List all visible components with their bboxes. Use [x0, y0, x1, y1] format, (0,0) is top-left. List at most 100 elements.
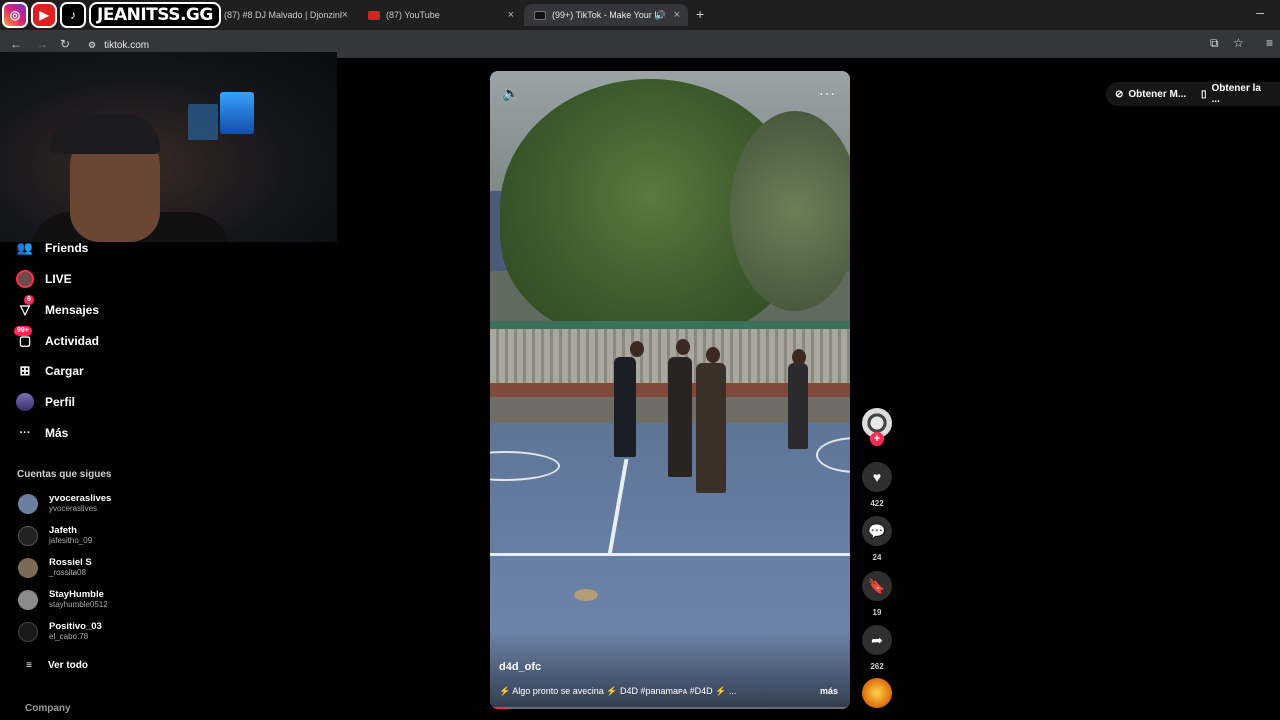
more-icon: ··· — [19, 427, 31, 439]
live-icon — [16, 270, 34, 288]
sidebar-item-live[interactable]: LIVE — [16, 267, 72, 291]
youtube-favicon-icon — [368, 10, 380, 20]
video-person-head — [792, 349, 806, 365]
sidebar-item-mensajes[interactable]: ▽ 6 Mensajes — [16, 295, 99, 322]
tab-label: (87) YouTube — [386, 10, 440, 20]
more-options-icon[interactable]: ··· — [819, 85, 836, 101]
sidebar-item-actividad[interactable]: ▢ 99+ Actividad — [14, 326, 100, 353]
get-app-label: Obtener la ... — [1211, 83, 1261, 105]
following-name: Positivo_03 — [49, 621, 102, 632]
upload-icon: ⊞ — [19, 363, 31, 378]
sidebar-item-label: LIVE — [45, 272, 72, 286]
video-shade — [490, 631, 850, 709]
following-name: Rossiel S — [49, 557, 92, 568]
following-name: Jafeth — [49, 525, 77, 536]
comment-button[interactable]: 💬 24 — [860, 516, 894, 562]
streamer-handle: JEANITSS.GG — [89, 2, 221, 28]
video-wall-top — [490, 321, 850, 329]
bookmark-icon: 🔖 — [862, 571, 892, 601]
speaker-icon[interactable]: 🔊 — [655, 10, 666, 21]
comment-icon: 💬 — [862, 516, 892, 546]
like-count: 422 — [870, 499, 884, 508]
caption-more-button[interactable]: más — [820, 686, 838, 696]
sidebar-item-label: Más — [45, 426, 69, 440]
sidebar-item-mas[interactable]: ··· Más — [16, 421, 69, 445]
avatar — [18, 525, 38, 546]
tiktok-icon: ♪ — [60, 2, 86, 28]
share-count: 262 — [870, 662, 884, 671]
video-progress-fill — [490, 707, 508, 709]
activity-badge: 99+ — [14, 326, 32, 336]
following-name: yvoceraslives — [49, 493, 112, 504]
video-person — [614, 357, 636, 457]
tab-label: (87) #8 DJ Malvado | Djonzinho — [224, 10, 342, 20]
following-username: jafesitho_09 — [49, 536, 93, 545]
following-item[interactable]: Positivo_03 el_cabo.78 — [18, 621, 102, 642]
close-tab-icon[interactable]: × — [508, 9, 514, 21]
youtube-icon: ▶ — [31, 2, 57, 28]
following-name: StayHumble — [49, 589, 104, 600]
get-app-button[interactable]: ⊘ Obtener M... — [1106, 82, 1196, 106]
streamer-webcam — [0, 52, 337, 242]
forward-arrow-icon[interactable]: → — [36, 37, 48, 51]
tab-label: (99+) TikTok - Make Your Da — [552, 10, 656, 20]
video-progress-bar[interactable] — [490, 707, 850, 709]
see-all-link[interactable]: ≡ Ver todo — [20, 653, 88, 677]
url-text: tiktok.com — [104, 39, 150, 51]
sidebar-item-perfil[interactable]: Perfil — [16, 390, 75, 414]
sidebar-item-label: Friends — [45, 241, 89, 255]
sidebar-item-friends[interactable]: 👥 Friends — [16, 236, 88, 260]
close-tab-icon[interactable]: × — [674, 9, 680, 21]
bookmark-star-icon[interactable]: ☆ — [1233, 36, 1244, 50]
video-person-head — [630, 341, 644, 357]
avatar — [18, 493, 38, 514]
music-disc-icon[interactable] — [862, 678, 892, 708]
following-item[interactable]: StayHumble stayhumble0512 — [18, 589, 108, 610]
avatar — [18, 557, 38, 578]
video-person-head — [676, 339, 690, 355]
tab-youtube[interactable]: (87) YouTube × — [358, 4, 522, 26]
company-link[interactable]: Company — [25, 703, 71, 714]
video-person — [696, 363, 726, 493]
video-author[interactable]: d4d_ofc — [499, 661, 541, 673]
close-tab-icon[interactable]: × — [342, 9, 348, 21]
new-tab-button[interactable]: + — [696, 6, 704, 22]
tab-tiktok[interactable]: (99+) TikTok - Make Your Da 🔊 × — [524, 4, 688, 26]
volume-icon[interactable]: 🔈 — [502, 85, 519, 102]
video-person — [788, 363, 808, 449]
share-button[interactable]: ➦ 262 — [860, 625, 894, 671]
minimize-window-button[interactable]: – — [1256, 4, 1264, 20]
reload-icon[interactable]: ↻ — [60, 37, 70, 51]
video-player[interactable]: 🔈 ··· d4d_ofc ⚡ Algo pronto se avecina ⚡… — [490, 71, 850, 709]
sidebar-item-label: Perfil — [45, 395, 76, 409]
sidebar-item-cargar[interactable]: ⊞ Cargar — [16, 359, 84, 383]
following-item[interactable]: Jafeth jafesitho_09 — [18, 525, 92, 546]
follow-plus-icon[interactable]: + — [870, 432, 884, 446]
install-app-icon[interactable]: ⧉ — [1210, 36, 1219, 51]
following-title: Cuentas que sigues — [17, 469, 112, 480]
friends-icon: 👥 — [16, 240, 34, 255]
following-item[interactable]: yvoceraslives yvoceraslives — [18, 493, 111, 514]
get-app-label: Obtener M... — [1128, 88, 1187, 100]
following-username: el_cabo.78 — [49, 632, 89, 641]
video-object — [574, 589, 598, 601]
messages-badge: 6 — [24, 295, 34, 305]
like-button[interactable]: ♥ 422 — [860, 462, 894, 508]
save-button[interactable]: 🔖 19 — [860, 571, 894, 617]
instagram-icon: ◎ — [2, 2, 28, 28]
following-item[interactable]: Rossiel S _rossita08 — [18, 557, 92, 578]
share-icon: ➦ — [862, 625, 892, 655]
back-arrow-icon[interactable]: ← — [10, 37, 22, 51]
streamer-cap — [50, 114, 160, 154]
following-username: yvoceraslives — [49, 504, 98, 513]
following-username: stayhumble0512 — [49, 600, 108, 609]
activity-icon: ▢ 99+ — [14, 326, 34, 350]
site-info-icon[interactable]: ⚙ — [88, 40, 96, 51]
video-tree — [730, 111, 850, 311]
menu-icon[interactable]: ≡ — [1266, 36, 1273, 50]
get-mobile-app-button[interactable]: ▯ Obtener la ... — [1192, 82, 1280, 106]
video-caption: ⚡ Algo pronto se avecina ⚡ D4D #panamaᴘᴀ… — [499, 686, 737, 696]
sidebar-item-label: Actividad — [45, 334, 100, 348]
following-username: _rossita08 — [49, 568, 86, 577]
link-icon: ⊘ — [1115, 88, 1124, 100]
